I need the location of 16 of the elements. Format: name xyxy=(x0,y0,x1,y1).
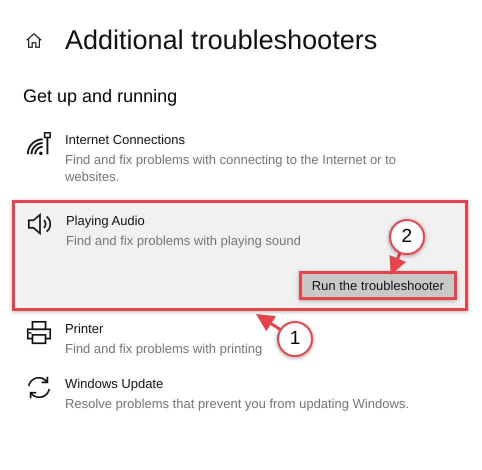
item-description: Find and fix problems with printing xyxy=(65,340,262,357)
callout-arrow xyxy=(256,314,281,332)
home-icon[interactable] xyxy=(25,32,43,50)
printer-icon xyxy=(25,319,53,347)
item-title[interactable]: Windows Update xyxy=(65,376,456,391)
section-heading: Get up and running xyxy=(22,85,178,107)
item-description: Find and fix problems with playing sound xyxy=(66,232,301,249)
item-description: Find and fix problems with connecting to the Internet or to websites. xyxy=(65,151,397,185)
run-button[interactable]: Run the troubleshooter xyxy=(298,271,457,300)
item-description: Resolve problems that prevent you from updating Windows. xyxy=(65,395,409,412)
item-title: Playing Audio xyxy=(66,213,146,228)
page-title: Additional troubleshooters xyxy=(65,25,378,56)
network-icon xyxy=(25,130,53,158)
item-title[interactable]: Internet Connections xyxy=(65,132,456,147)
callout-badge: 1 xyxy=(277,321,313,357)
callout-arrow xyxy=(389,253,406,275)
